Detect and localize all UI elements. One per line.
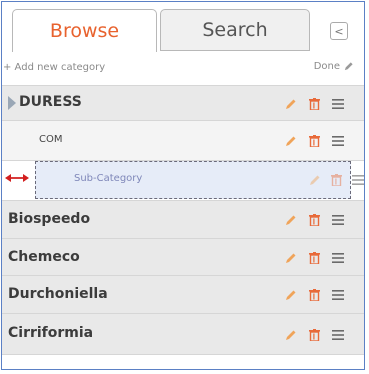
row-actions: [285, 98, 344, 110]
edit-icon[interactable]: [285, 329, 297, 341]
toolbar: + Add new category Done: [2, 57, 364, 83]
trash-icon[interactable]: [331, 174, 342, 186]
category-label: DURESS: [19, 94, 82, 110]
edit-icon[interactable]: [285, 289, 297, 301]
category-label: Cirriformia: [8, 325, 94, 341]
category-row-chemeco[interactable]: Chemeco: [2, 238, 364, 275]
drag-handle-icon[interactable]: [332, 99, 344, 109]
horizontal-drag-arrow-icon: [5, 174, 29, 182]
tab-search[interactable]: Search: [160, 9, 310, 51]
row-actions: [285, 289, 344, 301]
category-row-durchoniella[interactable]: Durchoniella: [2, 275, 364, 313]
category-label: COM: [39, 134, 63, 145]
add-category-link[interactable]: + Add new category: [3, 62, 105, 73]
category-label: Chemeco: [8, 249, 80, 265]
drag-handle-icon[interactable]: [332, 136, 344, 146]
edit-icon[interactable]: [285, 98, 297, 110]
category-row-duress[interactable]: DURESS: [2, 85, 364, 120]
trash-icon[interactable]: [309, 289, 320, 301]
edit-icon[interactable]: [285, 135, 297, 147]
trash-icon[interactable]: [309, 135, 320, 147]
pencil-icon: [344, 62, 353, 71]
row-actions: [285, 214, 344, 226]
trash-icon[interactable]: [309, 214, 320, 226]
row-actions: [309, 174, 364, 186]
row-actions: [285, 135, 344, 147]
trash-icon[interactable]: [309, 252, 320, 264]
category-row-cirriformia[interactable]: Cirriformia: [2, 313, 364, 354]
tab-bar: Browse Search <: [2, 2, 364, 52]
left-arrow-icon: <: [334, 24, 344, 38]
trash-icon[interactable]: [309, 329, 320, 341]
drag-handle-icon[interactable]: [332, 330, 344, 340]
done-label: Done: [313, 61, 340, 72]
tab-browse[interactable]: Browse: [12, 9, 157, 52]
sub-category-label: Sub-Category: [74, 173, 143, 184]
category-row-biospeedo[interactable]: Biospeedo: [2, 200, 364, 238]
tab-search-label: Search: [202, 19, 268, 41]
row-actions: [285, 329, 344, 341]
category-label: Durchoniella: [8, 286, 108, 302]
tab-browse-label: Browse: [49, 20, 120, 42]
drag-handle-icon[interactable]: [352, 175, 364, 185]
category-panel: Browse Search < + Add new category Done …: [1, 1, 365, 370]
edit-icon[interactable]: [285, 214, 297, 226]
drag-handle-icon[interactable]: [332, 215, 344, 225]
dragged-sub-category[interactable]: Sub-Category: [35, 161, 364, 199]
drag-handle-icon[interactable]: [332, 290, 344, 300]
caret-right-icon[interactable]: [8, 96, 16, 110]
list-bottom-border: [2, 354, 364, 355]
category-row-com[interactable]: COM: [2, 120, 364, 160]
done-button[interactable]: Done: [314, 61, 354, 72]
edit-icon[interactable]: [309, 174, 321, 186]
collapse-button[interactable]: <: [330, 22, 348, 40]
drag-handle-icon[interactable]: [332, 253, 344, 263]
row-actions: [285, 252, 344, 264]
edit-icon[interactable]: [285, 252, 297, 264]
category-label: Biospeedo: [8, 211, 91, 227]
trash-icon[interactable]: [309, 98, 320, 110]
